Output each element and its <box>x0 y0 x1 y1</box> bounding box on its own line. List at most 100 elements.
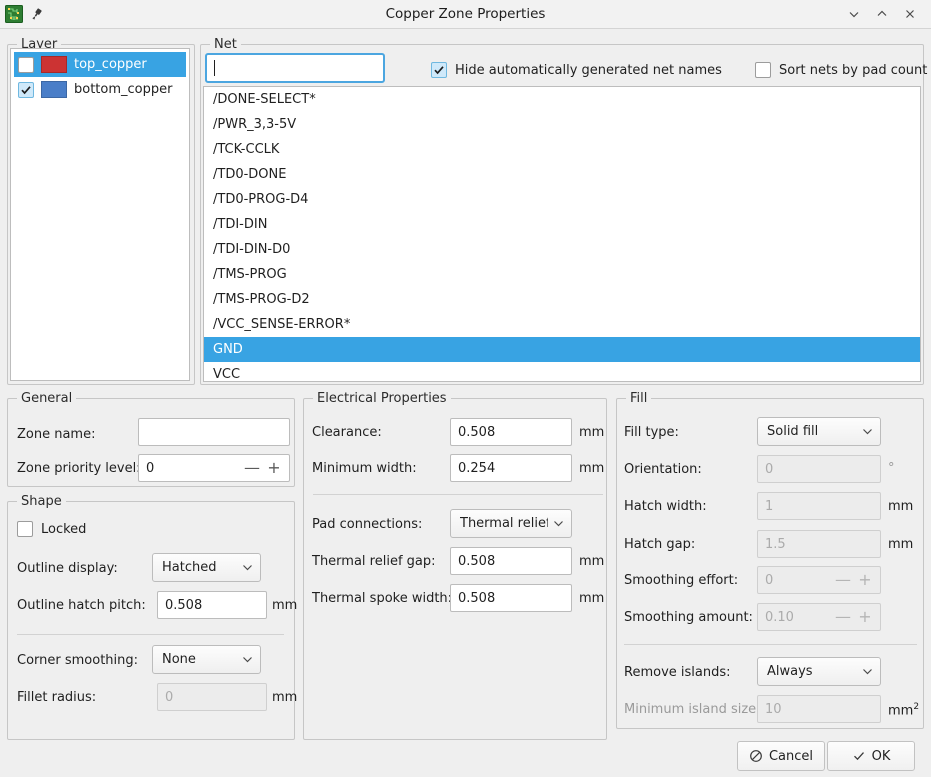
window-controls <box>841 2 931 26</box>
outline-display-label: Outline display: <box>17 561 118 576</box>
outline-hatch-pitch-unit: mm <box>272 598 297 613</box>
ok-button[interactable]: OK <box>827 741 915 771</box>
checkbox-box[interactable] <box>17 521 33 537</box>
clearance-unit: mm <box>579 425 604 440</box>
minimum-island-size-value: 10 <box>765 702 782 717</box>
corner-smoothing-label: Corner smoothing: <box>17 653 138 668</box>
minimum-width-input[interactable]: 0.254 <box>450 454 572 482</box>
pad-connections-select[interactable]: Thermal reliefs <box>450 509 572 538</box>
net-list-item[interactable]: /TD0-DONE <box>204 162 920 187</box>
shape-group-title: Shape <box>17 494 66 509</box>
minimum-width-value: 0.254 <box>458 461 495 476</box>
clearance-label: Clearance: <box>312 425 382 440</box>
net-list-item[interactable]: /TCK-CCLK <box>204 137 920 162</box>
remove-islands-select[interactable]: Always <box>757 657 881 686</box>
net-list-item[interactable]: /PWR_3,3-5V <box>204 112 920 137</box>
hatch-gap-input[interactable]: 1.5 <box>757 530 881 558</box>
hatch-width-value: 1 <box>765 499 773 514</box>
net-list-item[interactable]: /TMS-PROG <box>204 262 920 287</box>
outline-hatch-pitch-value: 0.508 <box>165 598 202 613</box>
orientation-unit: ° <box>888 461 895 476</box>
title-bar-icons <box>0 5 44 23</box>
layer-checkbox[interactable] <box>18 57 34 73</box>
layer-checkbox[interactable] <box>18 82 34 98</box>
text-caret <box>214 60 215 76</box>
thermal-spoke-width-input[interactable]: 0.508 <box>450 584 572 612</box>
pad-connections-value: Thermal reliefs <box>460 516 548 531</box>
smoothing-amount-value: 0.10 <box>765 610 832 625</box>
fill-type-select[interactable]: Solid fill <box>757 417 881 446</box>
chevron-down-icon <box>857 425 874 438</box>
layer-list[interactable]: top_copper bottom_copper <box>10 48 190 381</box>
net-list-item[interactable]: /TMS-PROG-D2 <box>204 287 920 312</box>
sort-nets-by-pad-count-checkbox[interactable]: Sort nets by pad count <box>755 62 927 78</box>
zone-priority-stepper[interactable]: 0 — + <box>138 454 290 482</box>
minimize-button[interactable] <box>841 2 867 26</box>
hatch-width-input[interactable]: 1 <box>757 492 881 520</box>
fillet-radius-unit: mm <box>272 690 297 705</box>
zone-name-label: Zone name: <box>17 427 95 442</box>
priority-decrement-button[interactable]: — <box>241 460 263 476</box>
net-list[interactable]: /DONE-SELECT* /PWR_3,3-5V /TCK-CCLK /TD0… <box>203 86 921 382</box>
chevron-down-icon <box>237 561 254 574</box>
thermal-relief-gap-unit: mm <box>579 554 604 569</box>
fill-group-title: Fill <box>626 391 651 406</box>
close-button[interactable] <box>897 2 923 26</box>
net-list-item[interactable]: VCC <box>204 362 920 382</box>
smoothing-amount-increment-button[interactable]: + <box>854 609 876 625</box>
chevron-down-icon <box>237 653 254 666</box>
orientation-input[interactable]: 0 <box>757 455 881 483</box>
net-list-item[interactable]: GND <box>204 337 920 362</box>
layer-row[interactable]: top_copper <box>14 52 186 77</box>
cancel-icon <box>749 749 763 763</box>
smoothing-effort-label: Smoothing effort: <box>624 573 738 588</box>
unit-text: mm <box>888 703 913 718</box>
net-list-item[interactable]: /TDI-DIN <box>204 212 920 237</box>
clearance-input[interactable]: 0.508 <box>450 418 572 446</box>
net-list-item[interactable]: /DONE-SELECT* <box>204 86 920 112</box>
net-filter-input[interactable] <box>205 53 385 83</box>
locked-checkbox[interactable]: Locked <box>17 521 86 537</box>
smoothing-amount-stepper[interactable]: 0.10 — + <box>757 603 881 631</box>
ok-label: OK <box>872 749 891 764</box>
zone-priority-value: 0 <box>146 461 241 476</box>
maximize-button[interactable] <box>869 2 895 26</box>
outline-hatch-pitch-input[interactable]: 0.508 <box>157 591 267 619</box>
zone-priority-label: Zone priority level: <box>17 461 141 476</box>
smoothing-amount-decrement-button[interactable]: — <box>832 609 854 625</box>
hatch-gap-label: Hatch gap: <box>624 537 695 552</box>
pin-icon[interactable] <box>29 7 44 22</box>
fill-type-label: Fill type: <box>624 425 679 440</box>
corner-smoothing-select[interactable]: None <box>152 645 261 674</box>
minimum-island-size-input[interactable]: 10 <box>757 695 881 723</box>
net-list-item[interactable]: /TD0-PROG-D4 <box>204 187 920 212</box>
checkbox-box[interactable] <box>431 62 447 78</box>
hatch-gap-unit: mm <box>888 537 913 552</box>
checkbox-box[interactable] <box>755 62 771 78</box>
fill-type-value: Solid fill <box>767 424 857 439</box>
smoothing-effort-value: 0 <box>765 573 832 588</box>
fillet-radius-input[interactable]: 0 <box>157 683 267 711</box>
layer-row[interactable]: bottom_copper <box>14 77 186 102</box>
pcb-board-icon <box>5 5 23 23</box>
thermal-relief-gap-value: 0.508 <box>458 554 495 569</box>
cancel-button[interactable]: Cancel <box>737 741 825 771</box>
electrical-divider <box>313 494 603 495</box>
outline-display-select[interactable]: Hatched <box>152 553 261 582</box>
net-list-item[interactable]: /VCC_SENSE-ERROR* <box>204 312 920 337</box>
fill-divider <box>624 644 917 645</box>
hide-auto-nets-checkbox[interactable]: Hide automatically generated net names <box>431 62 722 78</box>
smoothing-effort-decrement-button[interactable]: — <box>832 572 854 588</box>
zone-name-input[interactable] <box>138 418 290 446</box>
net-list-item[interactable]: /TDI-DIN-D0 <box>204 237 920 262</box>
general-group-title: General <box>17 391 76 406</box>
priority-increment-button[interactable]: + <box>263 460 285 476</box>
chevron-down-icon <box>857 665 874 678</box>
thermal-relief-gap-input[interactable]: 0.508 <box>450 547 572 575</box>
electrical-group-title: Electrical Properties <box>313 391 451 406</box>
minimum-island-size-unit: mm2 <box>888 702 919 718</box>
smoothing-effort-increment-button[interactable]: + <box>854 572 876 588</box>
smoothing-effort-stepper[interactable]: 0 — + <box>757 566 881 594</box>
thermal-spoke-width-label: Thermal spoke width: <box>312 591 452 606</box>
minimum-width-label: Minimum width: <box>312 461 417 476</box>
